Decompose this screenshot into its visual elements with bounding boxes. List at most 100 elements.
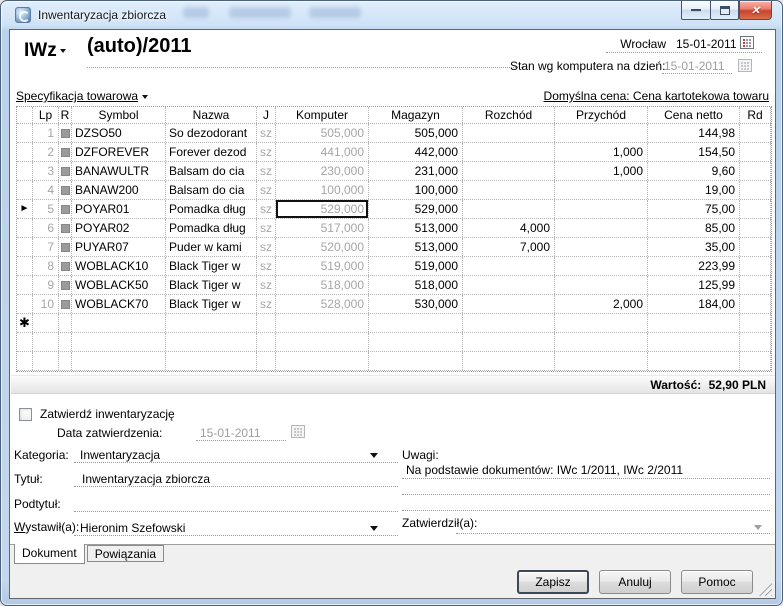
cell-r[interactable]	[59, 124, 72, 142]
cell-lp[interactable]: 3	[33, 162, 59, 180]
row-selector[interactable]: ✱	[17, 314, 33, 332]
cell-rd[interactable]	[740, 333, 771, 351]
cell-j[interactable]: sz	[257, 143, 276, 161]
cell-lp[interactable]	[33, 352, 59, 370]
cell-nazwa[interactable]: Black Tiger w	[166, 257, 257, 275]
table-row[interactable]: 4BANAW200Balsam do ciasz100,000100,00019…	[17, 181, 771, 200]
cell-przychod[interactable]	[555, 219, 648, 237]
cell-lp[interactable]: 7	[33, 238, 59, 256]
cell-komputer[interactable]: 528,000	[276, 295, 369, 313]
cell-rd[interactable]	[740, 219, 771, 237]
cell-symbol[interactable]	[72, 314, 166, 332]
cell-cena_netto[interactable]: 9,60	[648, 162, 740, 180]
cell-rozchod[interactable]	[463, 162, 555, 180]
cell-rd[interactable]	[740, 276, 771, 294]
cell-symbol[interactable]: DZFOREVER	[72, 143, 166, 161]
tab-dokument[interactable]: Dokument	[14, 544, 85, 564]
cell-cena_netto[interactable]: 35,00	[648, 238, 740, 256]
cell-cena_netto[interactable]: 75,00	[648, 200, 740, 218]
cell-komputer[interactable]: 520,000	[276, 238, 369, 256]
cell-komputer[interactable]	[276, 333, 369, 351]
cell-symbol[interactable]	[72, 333, 166, 351]
cell-magazyn[interactable]: 231,000	[369, 162, 463, 180]
cell-symbol[interactable]: WOBLACK70	[72, 295, 166, 313]
cell-rozchod[interactable]	[463, 143, 555, 161]
cell-magazyn[interactable]: 442,000	[369, 143, 463, 161]
date-field[interactable]: 15-01-2011	[676, 37, 734, 51]
cell-przychod[interactable]	[555, 257, 648, 275]
cell-rd[interactable]	[740, 200, 771, 218]
cell-przychod[interactable]	[555, 124, 648, 142]
cell-cena_netto[interactable]: 223,99	[648, 257, 740, 275]
cell-lp[interactable]: 5	[33, 200, 59, 218]
cell-magazyn[interactable]: 529,000	[369, 200, 463, 218]
row-selector[interactable]	[17, 333, 33, 351]
cell-cena_netto[interactable]: 154,50	[648, 143, 740, 161]
cell-r[interactable]	[59, 333, 72, 351]
table-row[interactable]: 6POYAR02Pomadka długsz517,000513,0004,00…	[17, 219, 771, 238]
cell-lp[interactable]: 6	[33, 219, 59, 237]
cell-nazwa[interactable]: Balsam do cia	[166, 162, 257, 180]
cell-cena_netto[interactable]: 184,00	[648, 295, 740, 313]
cell-r[interactable]	[59, 162, 72, 180]
table-row[interactable]: ►5POYAR01Pomadka długsz529,000529,00075,…	[17, 200, 771, 219]
cell-j[interactable]	[257, 333, 276, 351]
cell-lp[interactable]: 9	[33, 276, 59, 294]
cell-lp[interactable]: 10	[33, 295, 59, 313]
cell-przychod[interactable]	[555, 276, 648, 294]
cell-nazwa[interactable]	[166, 333, 257, 351]
cell-j[interactable]: sz	[257, 276, 276, 294]
cell-j[interactable]	[257, 352, 276, 370]
cell-symbol[interactable]: WOBLACK50	[72, 276, 166, 294]
row-selector[interactable]	[17, 181, 33, 199]
cell-cena_netto[interactable]: 125,99	[648, 276, 740, 294]
cell-magazyn[interactable]: 518,000	[369, 276, 463, 294]
cell-cena_netto[interactable]: 144,98	[648, 124, 740, 142]
cancel-button[interactable]: Anuluj	[599, 570, 671, 594]
cell-cena_netto[interactable]	[648, 333, 740, 351]
row-selector[interactable]	[17, 276, 33, 294]
cell-r[interactable]	[59, 219, 72, 237]
cell-r[interactable]	[59, 200, 72, 218]
cell-komputer[interactable]: 529,000	[276, 200, 369, 218]
notes-underline-1[interactable]	[402, 478, 770, 479]
cell-cena_netto[interactable]	[648, 352, 740, 370]
cell-symbol[interactable]: POYAR01	[72, 200, 166, 218]
cell-magazyn[interactable]	[369, 314, 463, 332]
cell-nazwa[interactable]	[166, 314, 257, 332]
save-button[interactable]: Zapisz	[517, 570, 589, 594]
cell-rozchod[interactable]	[463, 314, 555, 332]
cell-rozchod[interactable]	[463, 257, 555, 275]
cell-r[interactable]	[59, 238, 72, 256]
cell-symbol[interactable]	[72, 352, 166, 370]
cell-komputer[interactable]	[276, 314, 369, 332]
table-row-empty[interactable]	[17, 352, 771, 371]
doc-type-dropdown[interactable]: IWz	[24, 40, 66, 62]
row-selector[interactable]	[17, 124, 33, 142]
cell-nazwa[interactable]: Forever dezod	[166, 143, 257, 161]
cell-magazyn[interactable]	[369, 333, 463, 351]
help-button[interactable]: Pomoc	[681, 570, 753, 594]
row-selector[interactable]	[17, 352, 33, 370]
cell-nazwa[interactable]: Pomadka dług	[166, 200, 257, 218]
cell-rozchod[interactable]	[463, 276, 555, 294]
cell-przychod[interactable]	[555, 333, 648, 351]
cell-lp[interactable]: 8	[33, 257, 59, 275]
cell-komputer[interactable]: 505,000	[276, 124, 369, 142]
cell-komputer[interactable]: 517,000	[276, 219, 369, 237]
row-selector[interactable]	[17, 238, 33, 256]
cell-r[interactable]	[59, 276, 72, 294]
table-row[interactable]: 1DZSO50So dezodorantsz505,000505,000144,…	[17, 124, 771, 143]
cell-cena_netto[interactable]: 85,00	[648, 219, 740, 237]
cell-komputer[interactable]: 441,000	[276, 143, 369, 161]
cell-nazwa[interactable]: So dezodorant	[166, 124, 257, 142]
cell-lp[interactable]	[33, 333, 59, 351]
cell-przychod[interactable]	[555, 352, 648, 370]
cell-przychod[interactable]	[555, 200, 648, 218]
cell-przychod[interactable]: 2,000	[555, 295, 648, 313]
table-row-new[interactable]: ✱	[17, 314, 771, 333]
cell-rozchod[interactable]	[463, 124, 555, 142]
issuer-field[interactable]: Hieronim Szefowski	[80, 521, 185, 535]
notes-underline-2[interactable]	[402, 494, 770, 495]
cell-komputer[interactable]: 230,000	[276, 162, 369, 180]
